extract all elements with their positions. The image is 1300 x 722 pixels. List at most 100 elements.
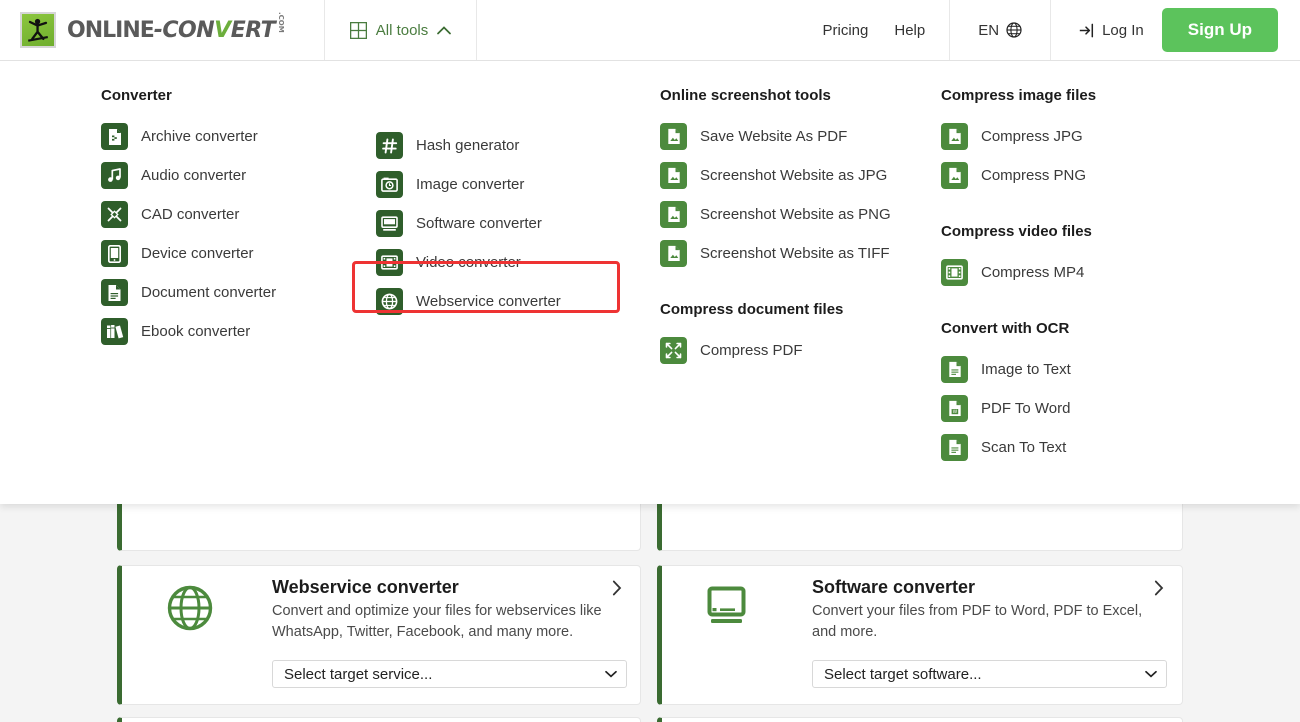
- card-webservice-converter[interactable]: Webservice converter Convert and optimiz…: [117, 565, 641, 705]
- menu-item-compress-png[interactable]: Compress PNG: [940, 156, 1220, 195]
- menu-item-cad-converter[interactable]: CAD converter: [100, 195, 370, 234]
- language-selector[interactable]: EN: [949, 0, 1051, 60]
- select-value: Select target software...: [824, 666, 982, 683]
- ebook-books-icon: [101, 318, 128, 345]
- card-title: Webservice converter: [272, 577, 610, 598]
- nav-pricing[interactable]: Pricing: [823, 22, 869, 39]
- auth-area: Log In Sign Up: [1051, 0, 1300, 60]
- header-nav: Pricing Help: [823, 0, 950, 60]
- chevron-down-icon: [605, 670, 617, 678]
- target-software-select-wrap: Select target software...: [812, 660, 1167, 688]
- menu-item-compress-mp4[interactable]: Compress MP4: [940, 253, 1220, 292]
- video-film-icon: [941, 259, 968, 286]
- globe-icon: [376, 288, 403, 315]
- monitor-outline-icon: [704, 582, 756, 634]
- menu-item-ebook-converter[interactable]: Ebook converter: [100, 312, 370, 351]
- logo[interactable]: ONLINE-CONVERT.COM: [0, 0, 325, 60]
- menu-item-label: Device converter: [141, 245, 254, 262]
- menu-heading-compress-video: Compress video files: [940, 223, 1220, 240]
- menu-item-screenshot-website-as-png[interactable]: Screenshot Website as PNG: [659, 195, 939, 234]
- menu-item-compress-pdf[interactable]: Compress PDF: [659, 331, 939, 370]
- logo-text-con: CON: [162, 18, 214, 43]
- menu-item-archive-converter[interactable]: Archive converter: [100, 117, 370, 156]
- menu-item-label: Hash generator: [416, 137, 519, 154]
- page-text-icon: [941, 434, 968, 461]
- svg-text:W: W: [952, 409, 957, 415]
- page-image-icon: [660, 201, 687, 228]
- document-icon: [101, 279, 128, 306]
- header-spacer: [477, 0, 823, 60]
- target-software-select[interactable]: Select target software...: [812, 660, 1167, 688]
- logo-wordmark: ONLINE-CONVERT.COM: [67, 17, 284, 44]
- menu-item-label: PDF To Word: [981, 400, 1070, 417]
- device-tablet-icon: [101, 240, 128, 267]
- nav-help[interactable]: Help: [894, 22, 925, 39]
- menu-item-save-website-as-pdf[interactable]: Save Website As PDF: [659, 117, 939, 156]
- menu-item-label: Compress MP4: [981, 264, 1084, 281]
- menu-item-label: Screenshot Website as PNG: [700, 206, 891, 223]
- card-title: Software converter: [812, 577, 1152, 598]
- mega-menu-columns: Converter Archive converter: [0, 61, 1300, 504]
- login-button[interactable]: Log In: [1079, 22, 1144, 39]
- software-monitor-icon: [376, 210, 403, 237]
- menu-heading-compress-document: Compress document files: [659, 301, 939, 318]
- page-word-icon: W: [941, 395, 968, 422]
- menu-item-device-converter[interactable]: Device converter: [100, 234, 370, 273]
- globe-outline-icon: [164, 582, 216, 634]
- login-arrow-icon: [1079, 23, 1095, 38]
- menu-item-image-to-text[interactable]: Image to Text: [940, 350, 1220, 389]
- card-partial-bottom-left[interactable]: [117, 717, 641, 722]
- logo-text-domain: .COM: [277, 12, 284, 33]
- menu-heading-screenshot: Online screenshot tools: [659, 87, 939, 104]
- target-service-select[interactable]: Select target service...: [272, 660, 627, 688]
- language-label: EN: [978, 22, 999, 39]
- converter-cards-area: Select target format... Select target fo…: [0, 504, 1300, 722]
- all-tools-label: All tools: [376, 22, 429, 39]
- page-root: ONLINE-CONVERT.COM All tools Pricing Hel…: [0, 0, 1300, 722]
- select-value: Select target service...: [284, 666, 432, 683]
- login-label: Log In: [1102, 22, 1144, 39]
- menu-item-software-converter[interactable]: Software converter: [375, 204, 645, 243]
- menu-item-label: Document converter: [141, 284, 276, 301]
- card-software-converter[interactable]: Software converter Convert your files fr…: [657, 565, 1183, 705]
- chevron-right-icon[interactable]: [1154, 580, 1164, 596]
- menu-item-label: Webservice converter: [416, 293, 561, 310]
- menu-column-tools: Hash generator Image converter: [375, 126, 645, 321]
- menu-column-screenshot-tools: Online screenshot tools Save Website As …: [659, 87, 939, 370]
- chevron-down-icon: [1145, 670, 1157, 678]
- menu-item-hash-generator[interactable]: Hash generator: [375, 126, 645, 165]
- menu-item-label: Save Website As PDF: [700, 128, 847, 145]
- menu-heading-converter: Converter: [100, 87, 370, 104]
- card-text-block: Webservice converter Convert and optimiz…: [272, 577, 610, 642]
- menu-item-label: Screenshot Website as JPG: [700, 167, 887, 184]
- chevron-right-icon[interactable]: [612, 580, 622, 596]
- menu-item-screenshot-website-as-jpg[interactable]: Screenshot Website as JPG: [659, 156, 939, 195]
- menu-item-label: Scan To Text: [981, 439, 1066, 456]
- logo-text-online: ONLINE: [67, 18, 154, 43]
- card-text-block: Software converter Convert your files fr…: [812, 577, 1152, 642]
- card-partial-bottom-right[interactable]: [657, 717, 1183, 722]
- page-image-icon: [660, 162, 687, 189]
- menu-item-label: CAD converter: [141, 206, 239, 223]
- menu-item-pdf-to-word[interactable]: W PDF To Word: [940, 389, 1220, 428]
- menu-item-screenshot-website-as-tiff[interactable]: Screenshot Website as TIFF: [659, 234, 939, 273]
- globe-icon: [1006, 22, 1022, 38]
- menu-item-audio-converter[interactable]: Audio converter: [100, 156, 370, 195]
- menu-item-video-converter[interactable]: Video converter: [375, 243, 645, 282]
- cad-icon: [101, 201, 128, 228]
- menu-item-scan-to-text[interactable]: Scan To Text: [940, 428, 1220, 467]
- signup-button[interactable]: Sign Up: [1162, 8, 1278, 52]
- page-text-icon: [941, 356, 968, 383]
- site-header: ONLINE-CONVERT.COM All tools Pricing Hel…: [0, 0, 1300, 61]
- menu-item-label: Compress PNG: [981, 167, 1086, 184]
- all-tools-button[interactable]: All tools: [325, 0, 477, 60]
- menu-item-label: Video converter: [416, 254, 521, 271]
- page-image-icon: [660, 240, 687, 267]
- page-image-icon: [660, 123, 687, 150]
- menu-item-label: Image to Text: [981, 361, 1071, 378]
- menu-item-image-converter[interactable]: Image converter: [375, 165, 645, 204]
- menu-item-compress-jpg[interactable]: Compress JPG: [940, 117, 1220, 156]
- menu-item-webservice-converter[interactable]: Webservice converter: [375, 282, 645, 321]
- grid-icon: [350, 22, 367, 39]
- menu-item-document-converter[interactable]: Document converter: [100, 273, 370, 312]
